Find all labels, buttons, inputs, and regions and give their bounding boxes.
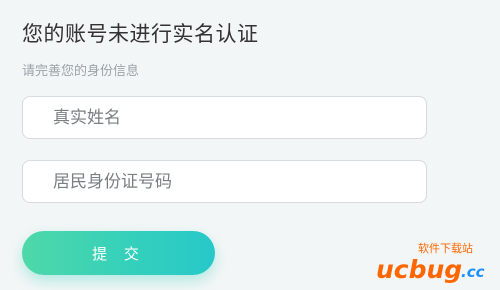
ucbug-watermark-logo: 软件下载站 ucbug .cc xyxy=(374,238,494,284)
real-name-input[interactable] xyxy=(23,97,426,138)
page-title: 您的账号未进行实名认证 xyxy=(22,22,259,46)
page-subtitle: 请完善您的身份信息 xyxy=(22,64,140,79)
watermark-suffix-text: .cc xyxy=(461,263,485,281)
watermark-graphic: 软件下载站 ucbug .cc xyxy=(376,241,485,284)
id-number-field xyxy=(22,160,427,203)
submit-button[interactable]: 提 交 xyxy=(22,231,215,275)
watermark-brand-text: ucbug xyxy=(376,255,462,284)
real-name-field xyxy=(22,96,427,139)
watermark-top-text: 软件下载站 xyxy=(418,241,473,255)
id-number-input[interactable] xyxy=(23,161,426,202)
